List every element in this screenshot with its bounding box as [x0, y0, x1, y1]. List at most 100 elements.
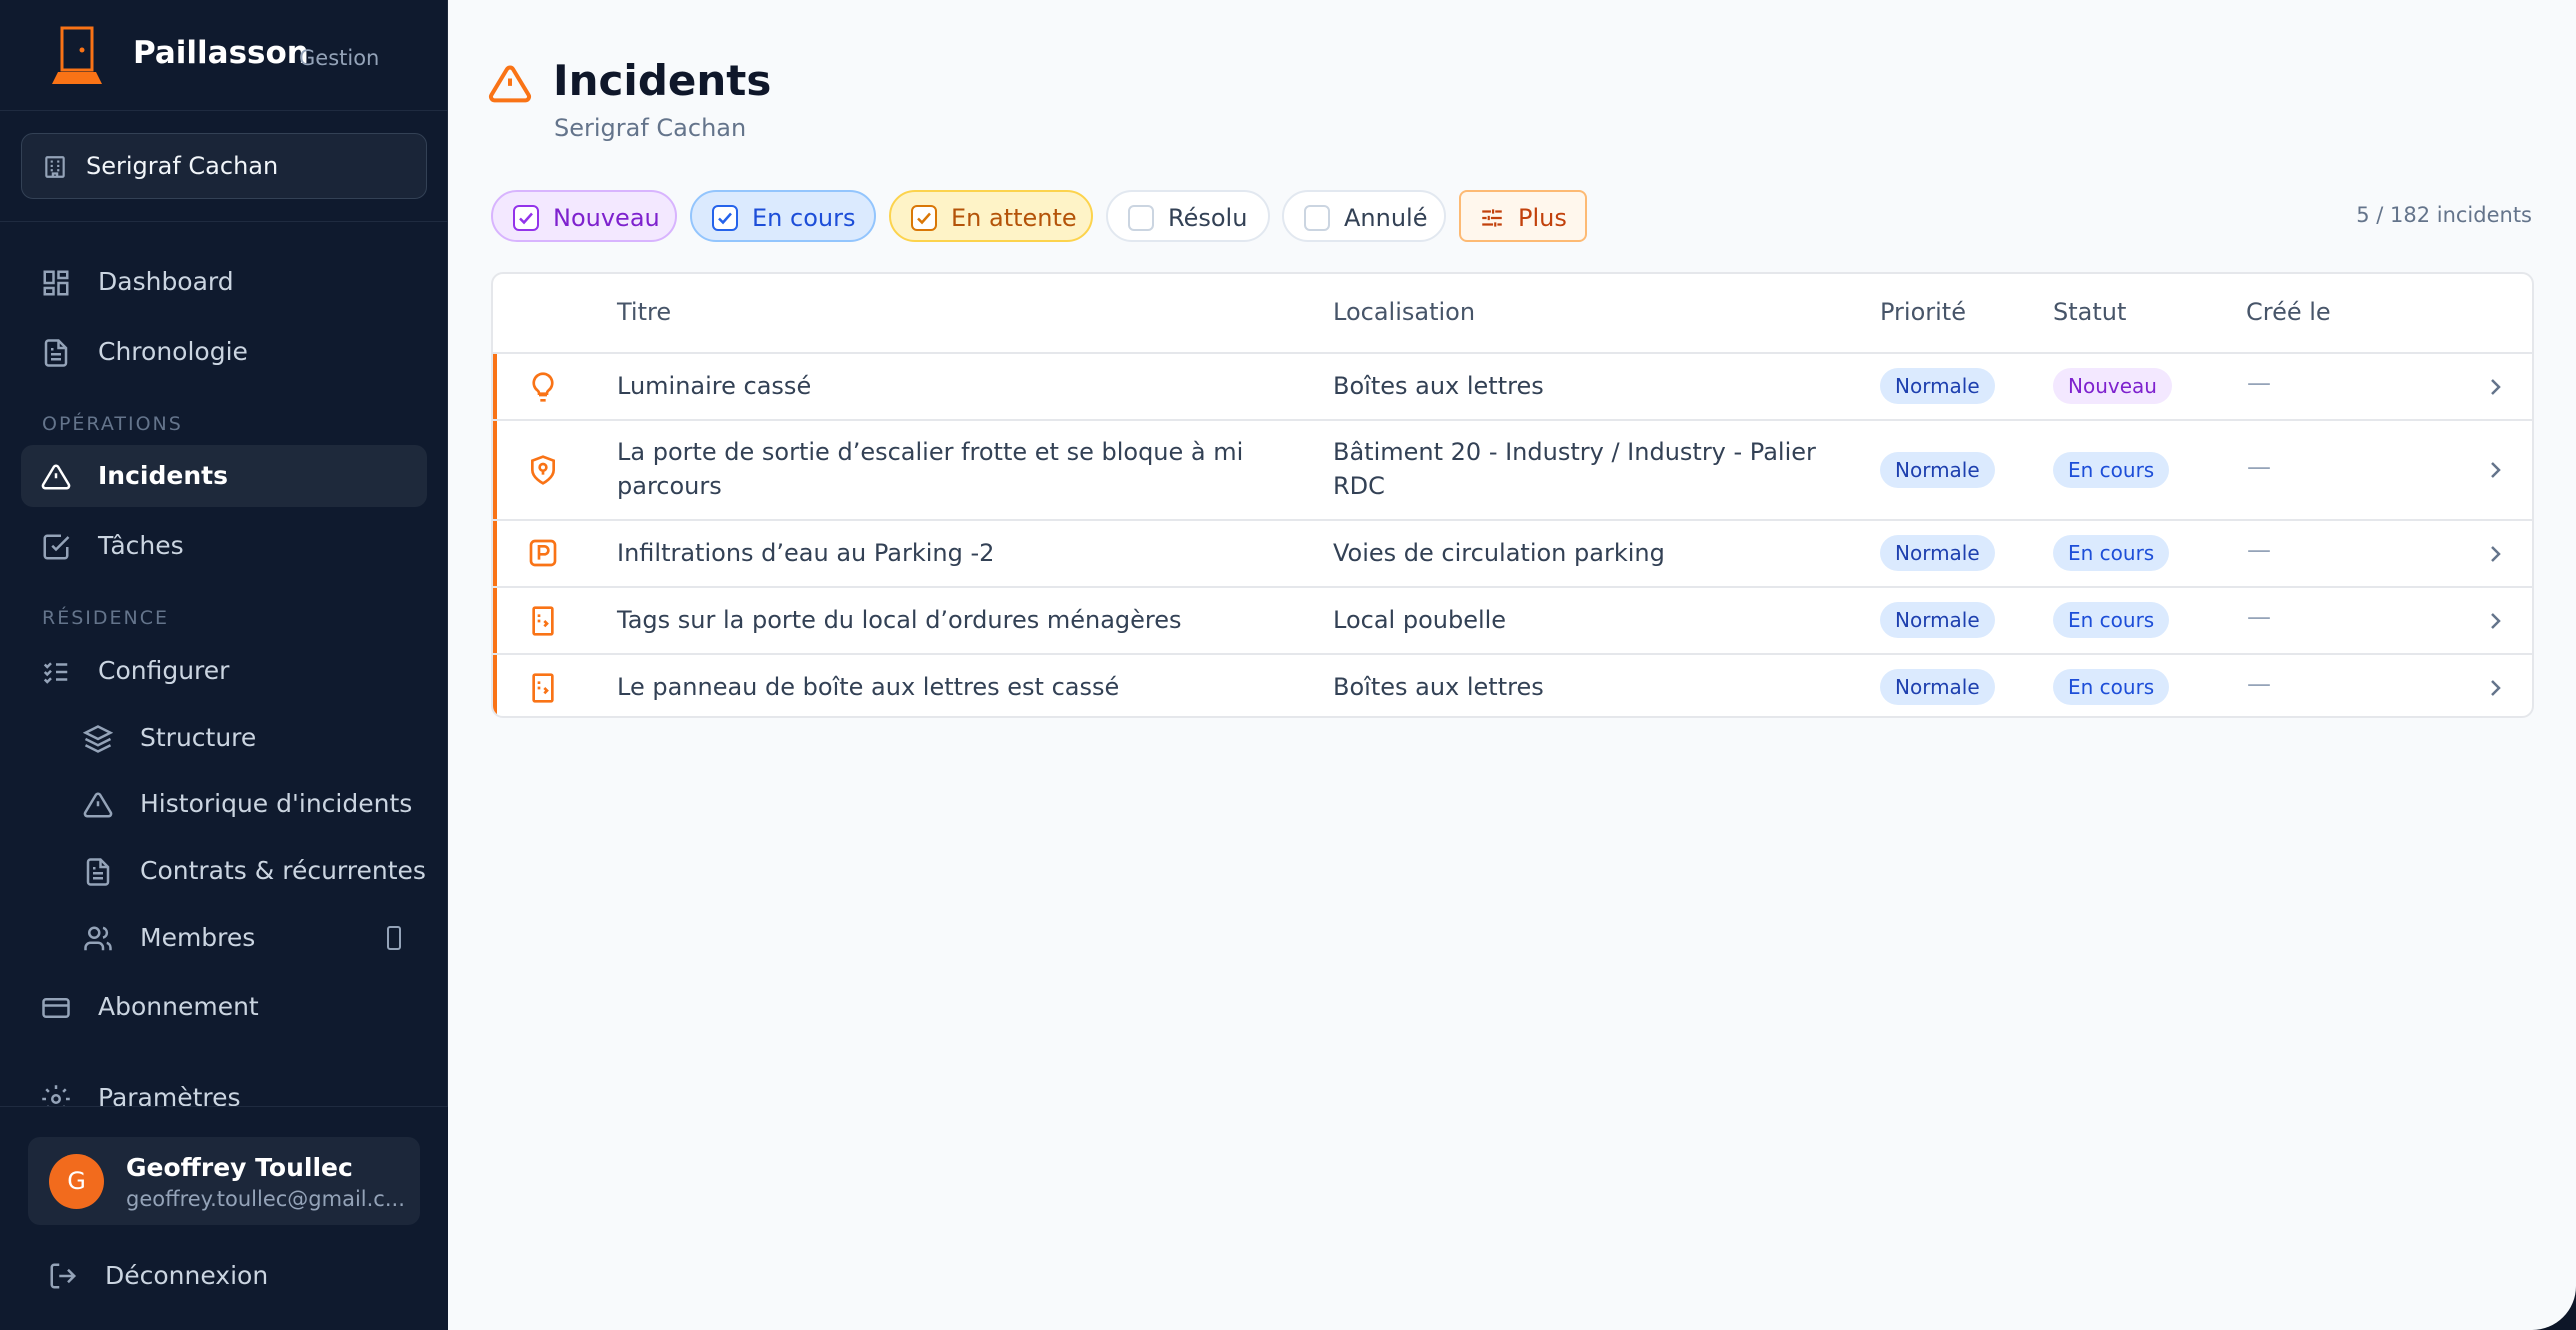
- checkbox-icon: [43, 534, 70, 560]
- parking-icon: [529, 539, 557, 567]
- section-title-residence: RÉSIDENCE: [42, 607, 169, 629]
- table-row[interactable]: La porte de sortie d’escalier frotte et …: [493, 421, 2532, 521]
- door-icon: [532, 673, 554, 703]
- row-created: —: [2247, 453, 2271, 481]
- chevron-right-icon: [2491, 462, 2501, 478]
- sidebar-item-structure[interactable]: Structure: [21, 707, 427, 769]
- sidebar-item-contrats[interactable]: Contrats & récurrentes: [21, 840, 427, 902]
- org-selector[interactable]: Serigraf Cachan: [21, 133, 427, 199]
- avatar: G: [49, 1154, 104, 1209]
- filter-chip-en-cours[interactable]: En cours: [690, 190, 876, 242]
- check-icon: [519, 212, 533, 225]
- page-title: Incidents: [553, 56, 772, 105]
- brand-header: Paillasson Gestion: [0, 0, 448, 111]
- sidebar-item-taches[interactable]: Tâches: [21, 515, 427, 577]
- priority-badge: Normale: [1880, 535, 1995, 571]
- row-location: Boîtes aux lettres: [1333, 372, 1544, 400]
- table-row[interactable]: Tags sur la porte du local d’ordures mén…: [493, 588, 2532, 655]
- column-header-titre[interactable]: Titre: [617, 298, 671, 326]
- warning-icon: [488, 65, 532, 103]
- check-icon: [917, 212, 931, 225]
- user-area: G Geoffrey Toullec geoffrey.toullec@gmai…: [0, 1106, 448, 1330]
- row-location: Bâtiment 20 - Industry / Industry - Pali…: [1333, 438, 1816, 500]
- door-logo-icon: [52, 26, 102, 84]
- status-badge: En cours: [2053, 535, 2170, 571]
- sidebar-item-label: Membres: [140, 923, 256, 952]
- users-icon: [84, 926, 112, 951]
- row-created: —: [2247, 603, 2271, 631]
- sidebar-item-label: Incidents: [98, 461, 228, 490]
- warning-icon: [41, 464, 71, 490]
- user-email: geoffrey.toullec@gmail.c...: [126, 1187, 405, 1211]
- chevron-right-icon: [2491, 613, 2501, 629]
- logout-label: Déconnexion: [105, 1261, 269, 1290]
- sidebar-item-dashboard[interactable]: Dashboard: [21, 251, 427, 313]
- table-row[interactable]: Luminaire cassé Boîtes aux lettres Norma…: [493, 354, 2532, 421]
- row-title: La porte de sortie d’escalier frotte et …: [617, 438, 1244, 500]
- chevron-right-icon: [2491, 379, 2501, 395]
- row-title: Le panneau de boîte aux lettres est cass…: [617, 673, 1120, 701]
- filter-checkbox[interactable]: [1304, 205, 1330, 231]
- user-card[interactable]: G Geoffrey Toullec geoffrey.toullec@gmai…: [28, 1137, 420, 1225]
- logout-button[interactable]: Déconnexion: [28, 1245, 420, 1307]
- column-header-localisation[interactable]: Localisation: [1333, 298, 1475, 326]
- sidebar-item-chronologie[interactable]: Chronologie: [21, 321, 427, 383]
- filter-chip-annule[interactable]: Annulé: [1282, 190, 1446, 242]
- row-title: Tags sur la porte du local d’ordures mén…: [617, 606, 1182, 634]
- status-badge: Nouveau: [2053, 368, 2172, 404]
- filter-checkbox[interactable]: [513, 205, 539, 231]
- table-row[interactable]: Le panneau de boîte aux lettres est cass…: [493, 655, 2532, 716]
- filter-checkbox[interactable]: [1128, 205, 1154, 231]
- shield-location-icon: [531, 455, 555, 485]
- table-row[interactable]: Infiltrations d’eau au Parking -2 Voies …: [493, 521, 2532, 588]
- sidebar-item-label: Configurer: [98, 656, 230, 685]
- sidebar-item-label: Historique d'incidents: [140, 789, 413, 818]
- sidebar: Paillasson Gestion Serigraf Cachan Dashb…: [0, 0, 448, 1330]
- filter-checkbox[interactable]: [911, 205, 937, 231]
- filter-chip-en-attente[interactable]: En attente: [889, 190, 1093, 242]
- column-header-priorite[interactable]: Priorité: [1880, 298, 1966, 326]
- priority-badge: Normale: [1880, 452, 1995, 488]
- document-icon: [86, 858, 110, 886]
- chevron-right-icon: [2491, 680, 2501, 696]
- column-header-statut[interactable]: Statut: [2053, 298, 2126, 326]
- filter-chip-label: En cours: [752, 204, 856, 232]
- sidebar-item-membres[interactable]: Membres: [21, 907, 427, 969]
- sidebar-item-label: Abonnement: [98, 992, 259, 1021]
- sidebar-item-historique[interactable]: Historique d'incidents: [21, 773, 427, 835]
- app-window: Paillasson Gestion Serigraf Cachan Dashb…: [0, 0, 2576, 1330]
- sidebar-divider: [0, 221, 448, 222]
- app-subtitle: Gestion: [299, 46, 380, 70]
- filter-chip-label: En attente: [951, 204, 1077, 232]
- status-badge: En cours: [2053, 452, 2170, 488]
- row-created: —: [2247, 670, 2271, 698]
- filter-checkbox[interactable]: [712, 205, 738, 231]
- incidents-table: Titre Localisation Priorité Statut Créé …: [491, 272, 2534, 718]
- row-accent: [493, 588, 497, 653]
- row-location: Boîtes aux lettres: [1333, 673, 1544, 701]
- row-accent: [493, 421, 497, 519]
- building-icon: [45, 156, 65, 178]
- sidebar-item-abonnement[interactable]: Abonnement: [21, 976, 427, 1038]
- user-name: Geoffrey Toullec: [126, 1153, 353, 1182]
- more-filters-label: Plus: [1518, 204, 1567, 232]
- filter-chip-resolu[interactable]: Résolu: [1106, 190, 1270, 242]
- more-filters-button[interactable]: Plus: [1459, 190, 1587, 242]
- door-icon: [532, 606, 554, 636]
- row-accent: [493, 521, 497, 586]
- column-header-cree-le[interactable]: Créé le: [2246, 298, 2331, 326]
- warning-icon: [83, 792, 113, 818]
- row-title: Luminaire cassé: [617, 372, 812, 400]
- sidebar-item-incidents[interactable]: Incidents: [21, 445, 427, 507]
- credit-card-icon: [42, 998, 70, 1018]
- filter-chip-label: Nouveau: [553, 204, 660, 232]
- filter-chip-nouveau[interactable]: Nouveau: [491, 190, 677, 242]
- sidebar-item-label: Chronologie: [98, 337, 248, 366]
- lightbulb-icon: [532, 372, 554, 402]
- row-created: —: [2247, 536, 2271, 564]
- sidebar-item-configurer[interactable]: Configurer: [21, 640, 427, 702]
- main-content: Incidents Serigraf Cachan Nouveau En cou…: [448, 0, 2576, 1330]
- row-accent: [493, 655, 497, 716]
- priority-badge: Normale: [1880, 368, 1995, 404]
- filter-chip-label: Annulé: [1344, 204, 1428, 232]
